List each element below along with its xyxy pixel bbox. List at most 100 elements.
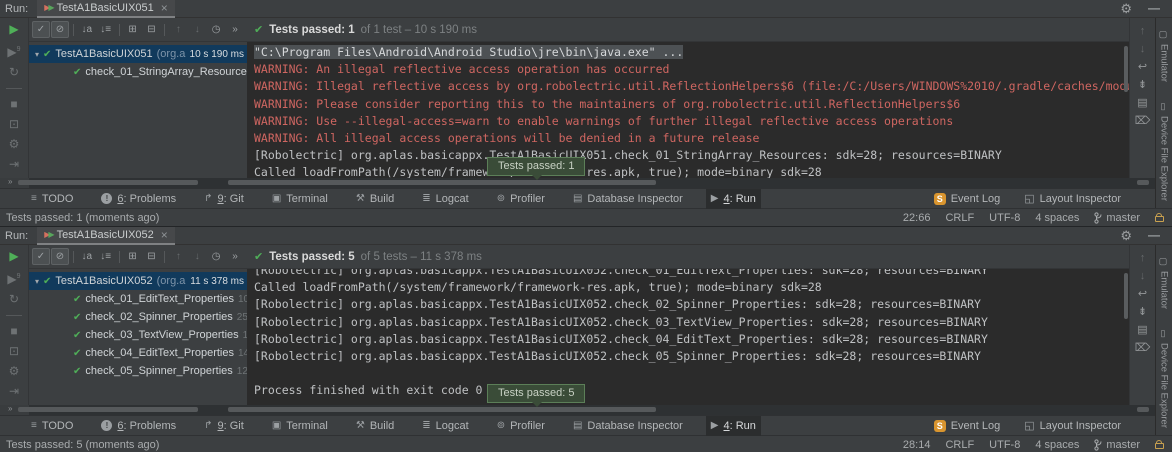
- console-hscroll-thumb[interactable]: [228, 407, 656, 412]
- tool-tab-git[interactable]: ↱9: Git: [199, 189, 249, 209]
- collapse-all-icon[interactable]: ⊟: [143, 248, 161, 265]
- caret-position[interactable]: 22:66: [903, 212, 931, 224]
- tool-stripe-emulator[interactable]: ▢ Emulator: [1159, 257, 1170, 309]
- lock-icon[interactable]: [1155, 443, 1164, 449]
- show-passed-icon[interactable]: ✓: [32, 21, 50, 38]
- scroll-to-end-icon[interactable]: ⇟: [1138, 79, 1147, 92]
- clear-console-icon[interactable]: ⌦: [1135, 115, 1151, 128]
- tool-stripe-emulator[interactable]: ▢ Emulator: [1159, 30, 1170, 82]
- minimize-icon[interactable]: —: [1148, 1, 1160, 17]
- line-separator[interactable]: CRLF: [945, 439, 974, 451]
- test-tree-node[interactable]: ✔check_02_Spinner_Properties250 ms: [29, 308, 247, 326]
- soft-wrap-icon[interactable]: ↩: [1138, 288, 1147, 301]
- sort-alphabetically-icon[interactable]: ↓a: [78, 21, 96, 38]
- show-ignored-icon[interactable]: ⊘: [51, 21, 69, 38]
- expand-all-icon[interactable]: ⊞: [124, 248, 142, 265]
- up-arrow-icon[interactable]: ↑: [1140, 25, 1146, 38]
- clear-console-icon[interactable]: ⌦: [1135, 342, 1151, 355]
- test-tree-root[interactable]: ▾✔TestA1BasicUIX052(org.aplas.basica11 s…: [29, 272, 247, 290]
- tool-tab-build[interactable]: ⚒Build: [351, 416, 399, 436]
- tool-tab-todo[interactable]: ≡TODO: [26, 416, 78, 436]
- rerun-tests-icon[interactable]: ▶: [0, 23, 28, 36]
- test-tree-node[interactable]: ✔check_05_Spinner_Properties123 ms: [29, 362, 247, 380]
- console-vertical-scrollbar[interactable]: [1124, 273, 1128, 319]
- gear-icon[interactable]: ⚙: [1120, 228, 1132, 244]
- stop-icon[interactable]: ■: [0, 98, 28, 111]
- rerun-circle-icon[interactable]: ↻: [0, 293, 28, 306]
- test-tree-node[interactable]: ✔check_03_TextView_Properties150 ms: [29, 326, 247, 344]
- tool-tab-profiler[interactable]: ⊚Profiler: [492, 416, 550, 436]
- tool-tab-profiler[interactable]: ⊚Profiler: [492, 189, 550, 209]
- more-icon[interactable]: »: [226, 248, 244, 265]
- scroll-to-end-icon[interactable]: ⇟: [1138, 306, 1147, 319]
- test-tree[interactable]: ▾✔TestA1BasicUIX052(org.aplas.basica11 s…: [29, 269, 247, 405]
- tool-tab-todo[interactable]: ≡TODO: [26, 189, 78, 209]
- tool-tab-build[interactable]: ⚒Build: [351, 189, 399, 209]
- collapse-all-icon[interactable]: ⊟: [143, 21, 161, 38]
- console-output[interactable]: "C:\Program Files\Android\Android Studio…: [247, 42, 1129, 178]
- line-separator[interactable]: CRLF: [945, 212, 974, 224]
- tree-hscroll-thumb[interactable]: [18, 407, 198, 412]
- indent-style[interactable]: 4 spaces: [1035, 439, 1079, 451]
- test-tree-node[interactable]: ✔check_04_EditText_Properties144 ms: [29, 344, 247, 362]
- show-ignored-icon[interactable]: ⊘: [51, 248, 69, 265]
- console-output[interactable]: [Robolectric] org.aplas.basicappx.TestA1…: [247, 269, 1129, 405]
- caret-position[interactable]: 28:14: [903, 439, 931, 451]
- git-branch-widget[interactable]: master: [1094, 439, 1140, 451]
- tool-tab-problems[interactable]: !6: Problems: [96, 189, 181, 209]
- test-tree-node[interactable]: ✔check_01_StringArray_Resources10 s 190 …: [29, 63, 247, 81]
- test-tree[interactable]: ▾✔TestA1BasicUIX051(org.aplas.basica10 s…: [29, 42, 247, 178]
- lock-icon[interactable]: [1155, 216, 1164, 222]
- import-test-results-icon[interactable]: ⇥: [0, 158, 28, 171]
- tool-tab-problems[interactable]: !6: Problems: [96, 416, 181, 436]
- layout-inspector-button[interactable]: ◱ Layout Inspector: [1024, 192, 1121, 205]
- tree-hscroll-thumb[interactable]: [18, 180, 198, 185]
- run-config-tab[interactable]: ▶▶ TestA1BasicUIX051 ×: [37, 0, 175, 18]
- expand-all-icon[interactable]: ⊞: [124, 21, 142, 38]
- import-test-results-icon[interactable]: ⇥: [0, 385, 28, 398]
- event-log-button[interactable]: S Event Log: [934, 193, 1001, 205]
- tool-tab-database-inspector[interactable]: ▤Database Inspector: [568, 416, 688, 436]
- git-branch-widget[interactable]: master: [1094, 212, 1140, 224]
- sort-by-duration-icon[interactable]: ↓≡: [97, 248, 115, 265]
- next-failed-test-icon[interactable]: ↓: [188, 248, 206, 265]
- tool-tab-terminal[interactable]: ▣Terminal: [267, 189, 333, 209]
- close-icon[interactable]: ×: [161, 3, 168, 13]
- tool-stripe-device-file-explorer[interactable]: ▯ Device File Explorer: [1159, 102, 1170, 201]
- down-arrow-icon[interactable]: ↓: [1140, 270, 1146, 283]
- event-log-button[interactable]: S Event Log: [934, 420, 1001, 432]
- test-tree-root[interactable]: ▾✔TestA1BasicUIX051(org.aplas.basica10 s…: [29, 45, 247, 63]
- more-icon[interactable]: »: [226, 21, 244, 38]
- file-encoding[interactable]: UTF-8: [989, 439, 1020, 451]
- minimize-icon[interactable]: —: [1148, 228, 1160, 244]
- test-tree-node[interactable]: ✔check_01_EditText_Properties10 s 711 ms: [29, 290, 247, 308]
- tool-tab-run[interactable]: ▶4: Run: [706, 189, 761, 209]
- tool-tab-logcat[interactable]: ≣Logcat: [417, 416, 473, 436]
- show-passed-icon[interactable]: ✓: [32, 248, 50, 265]
- down-arrow-icon[interactable]: ↓: [1140, 43, 1146, 56]
- sort-alphabetically-icon[interactable]: ↓a: [78, 248, 96, 265]
- test-settings-icon[interactable]: ⚙: [0, 365, 28, 378]
- stripe-overflow-icon[interactable]: »: [8, 404, 12, 413]
- stop-icon[interactable]: ■: [0, 325, 28, 338]
- tool-tab-git[interactable]: ↱9: Git: [199, 416, 249, 436]
- rerun-circle-icon[interactable]: ↻: [0, 66, 28, 79]
- console-hscroll-thumb[interactable]: [228, 180, 656, 185]
- collapse-node-icon[interactable]: ▾: [35, 50, 39, 59]
- rerun-tests-icon[interactable]: ▶: [0, 250, 28, 263]
- test-settings-icon[interactable]: ⚙: [0, 138, 28, 151]
- print-icon[interactable]: ▤: [1137, 324, 1147, 337]
- file-encoding[interactable]: UTF-8: [989, 212, 1020, 224]
- close-icon[interactable]: ×: [161, 230, 168, 240]
- play-badge-icon[interactable]: ▶9: [0, 270, 28, 286]
- print-icon[interactable]: ▤: [1137, 97, 1147, 110]
- tool-tab-run[interactable]: ▶4: Run: [706, 416, 761, 436]
- tool-tab-logcat[interactable]: ≣Logcat: [417, 189, 473, 209]
- previous-failed-test-icon[interactable]: ↑: [169, 21, 187, 38]
- stripe-overflow-icon[interactable]: »: [8, 177, 12, 186]
- screenshot-icon[interactable]: ⊡: [0, 345, 28, 358]
- layout-inspector-button[interactable]: ◱ Layout Inspector: [1024, 419, 1121, 432]
- gear-icon[interactable]: ⚙: [1120, 1, 1132, 17]
- sort-by-duration-icon[interactable]: ↓≡: [97, 21, 115, 38]
- collapse-node-icon[interactable]: ▾: [35, 277, 39, 286]
